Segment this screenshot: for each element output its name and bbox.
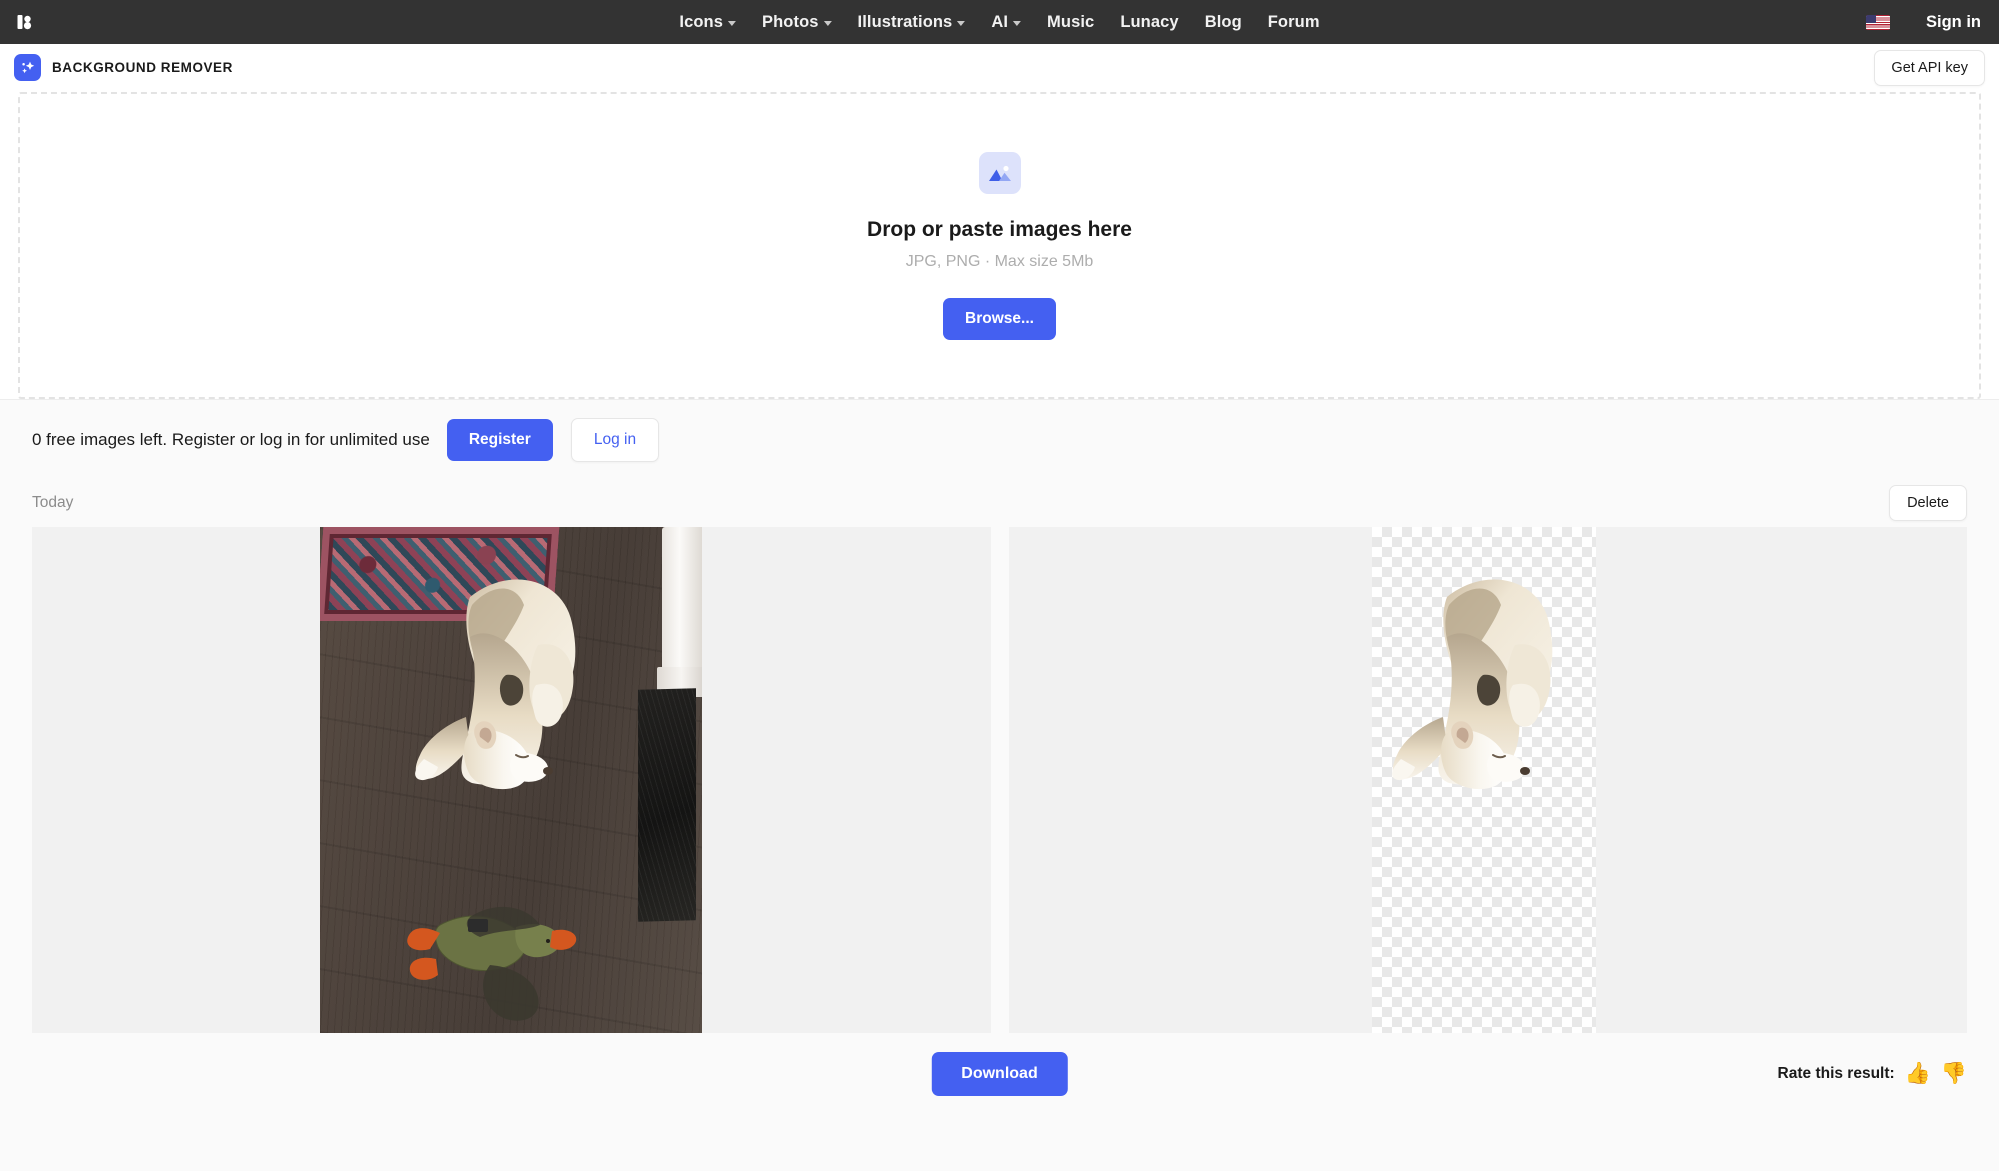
image-dropzone[interactable]: Drop or paste images here JPG, PNG · Max… — [18, 92, 1981, 399]
nav-item-label: Blog — [1205, 13, 1242, 32]
us-flag-icon[interactable] — [1866, 15, 1890, 30]
dropzone-title: Drop or paste images here — [867, 218, 1132, 242]
free-usage-message: 0 free images left. Register or log in f… — [32, 430, 430, 450]
nav-item-illustrations[interactable]: Illustrations — [858, 13, 966, 32]
bottom-action-bar: Download Rate this result: 👍 👎 — [0, 1033, 1999, 1114]
nav-right-group: Sign in — [1866, 13, 1981, 32]
get-api-key-button[interactable]: Get API key — [1874, 50, 1985, 86]
result-image-panel[interactable] — [1009, 527, 1968, 1033]
nav-item-label: Photos — [762, 13, 819, 32]
top-navigation-bar: Icons Photos Illustrations AI Music Luna… — [0, 0, 1999, 44]
chevron-down-icon — [728, 21, 736, 26]
rate-result-group: Rate this result: 👍 👎 — [1778, 1063, 1967, 1084]
nav-item-forum[interactable]: Forum — [1268, 13, 1320, 32]
original-photo — [320, 527, 702, 1033]
nav-item-ai[interactable]: AI — [991, 13, 1021, 32]
nav-item-label: Icons — [679, 13, 723, 32]
image-comparison-panels — [0, 527, 1999, 1033]
app-title: BACKGROUND REMOVER — [52, 60, 233, 75]
gallery-group-label: Today — [32, 494, 73, 512]
nav-item-photos[interactable]: Photos — [762, 13, 832, 32]
nav-item-label: AI — [991, 13, 1008, 32]
sparkle-icon — [14, 54, 41, 81]
primary-nav-links: Icons Photos Illustrations AI Music Luna… — [679, 13, 1319, 32]
chevron-down-icon — [957, 21, 965, 26]
original-image-panel[interactable] — [32, 527, 991, 1033]
login-button[interactable]: Log in — [571, 418, 659, 462]
thumbs-down-icon[interactable]: 👎 — [1941, 1063, 1967, 1084]
dropzone-container: Drop or paste images here JPG, PNG · Max… — [0, 92, 1999, 399]
gallery-group-header: Today Delete — [0, 479, 1999, 527]
icons8-logo-icon[interactable] — [14, 11, 36, 33]
app-header: BACKGROUND REMOVER Get API key — [0, 44, 1999, 92]
delete-button[interactable]: Delete — [1889, 485, 1967, 521]
nav-item-lunacy[interactable]: Lunacy — [1120, 13, 1178, 32]
nav-item-music[interactable]: Music — [1047, 13, 1094, 32]
sign-in-link[interactable]: Sign in — [1926, 13, 1981, 32]
chevron-down-icon — [824, 21, 832, 26]
rate-result-label: Rate this result: — [1778, 1065, 1895, 1083]
result-photo — [1297, 527, 1679, 1033]
chevron-down-icon — [1013, 21, 1021, 26]
lower-section: 0 free images left. Register or log in f… — [0, 399, 1999, 1114]
free-usage-bar: 0 free images left. Register or log in f… — [0, 400, 1999, 479]
nav-item-label: Lunacy — [1120, 13, 1178, 32]
register-button[interactable]: Register — [447, 419, 553, 461]
dropzone-subtitle: JPG, PNG · Max size 5Mb — [906, 253, 1094, 271]
image-placeholder-icon — [979, 152, 1021, 194]
nav-item-label: Forum — [1268, 13, 1320, 32]
download-button[interactable]: Download — [931, 1052, 1067, 1096]
nav-item-icons[interactable]: Icons — [679, 13, 736, 32]
thumbs-up-icon[interactable]: 👍 — [1905, 1063, 1931, 1084]
nav-item-blog[interactable]: Blog — [1205, 13, 1242, 32]
app-brand[interactable]: BACKGROUND REMOVER — [14, 54, 233, 81]
duck-plush-toy — [320, 527, 702, 1033]
browse-button[interactable]: Browse... — [943, 298, 1056, 340]
nav-item-label: Music — [1047, 13, 1094, 32]
dog-subject-cutout — [1297, 527, 1679, 1033]
nav-item-label: Illustrations — [858, 13, 953, 32]
